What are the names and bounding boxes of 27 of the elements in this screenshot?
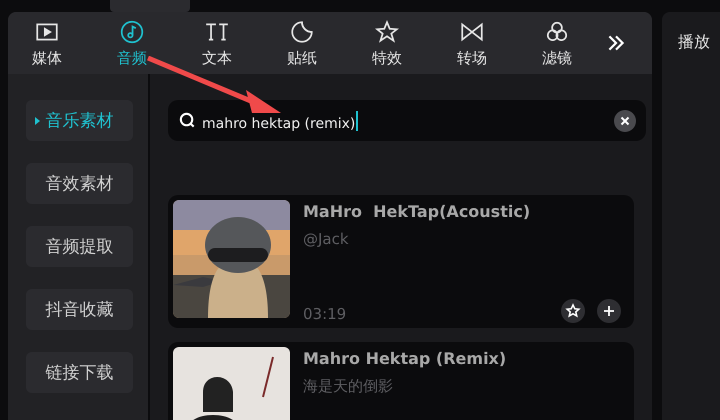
search-field[interactable]: mahro hektap (remix) — [168, 100, 646, 141]
sidebar-item[interactable]: 音乐素材 — [26, 100, 133, 141]
sidebar-item[interactable]: 抖音收藏 — [26, 289, 133, 330]
track-card[interactable]: MaHro HekTap(Acoustic) @Jack 03:19 — [168, 195, 634, 328]
tab[interactable]: 转场 — [441, 18, 503, 68]
track-artist: 海是天的倒影 — [303, 377, 394, 396]
star-icon — [374, 18, 400, 44]
tab[interactable]: 媒体 — [16, 18, 78, 68]
tab[interactable]: 音频 — [101, 18, 163, 68]
add-icon[interactable] — [597, 299, 621, 323]
tab[interactable]: 特效 — [356, 18, 418, 68]
track-title: MaHro HekTap(Acoustic) — [303, 202, 532, 221]
sidebar-item[interactable]: 音频提取 — [26, 226, 133, 267]
tab[interactable]: 文本 — [186, 18, 248, 68]
music-note-icon — [119, 18, 145, 44]
track-artist: @Jack — [303, 230, 350, 248]
sidebar-item[interactable]: 链接下载 — [26, 352, 133, 393]
track-card[interactable]: Mahro Hektap (Remix) 海是天的倒影 — [168, 342, 634, 420]
sticker-icon — [289, 18, 315, 44]
search-icon — [178, 111, 197, 130]
panel-title: 播放 — [678, 32, 710, 51]
tab[interactable]: 滤镜 — [526, 18, 588, 68]
track-duration: 03:19 — [303, 305, 346, 323]
sidebar-item[interactable]: 音效素材 — [26, 163, 133, 204]
clear-icon[interactable] — [614, 110, 636, 132]
tab[interactable]: 贴纸 — [271, 18, 333, 68]
track-title: Mahro Hektap (Remix) — [303, 349, 508, 368]
